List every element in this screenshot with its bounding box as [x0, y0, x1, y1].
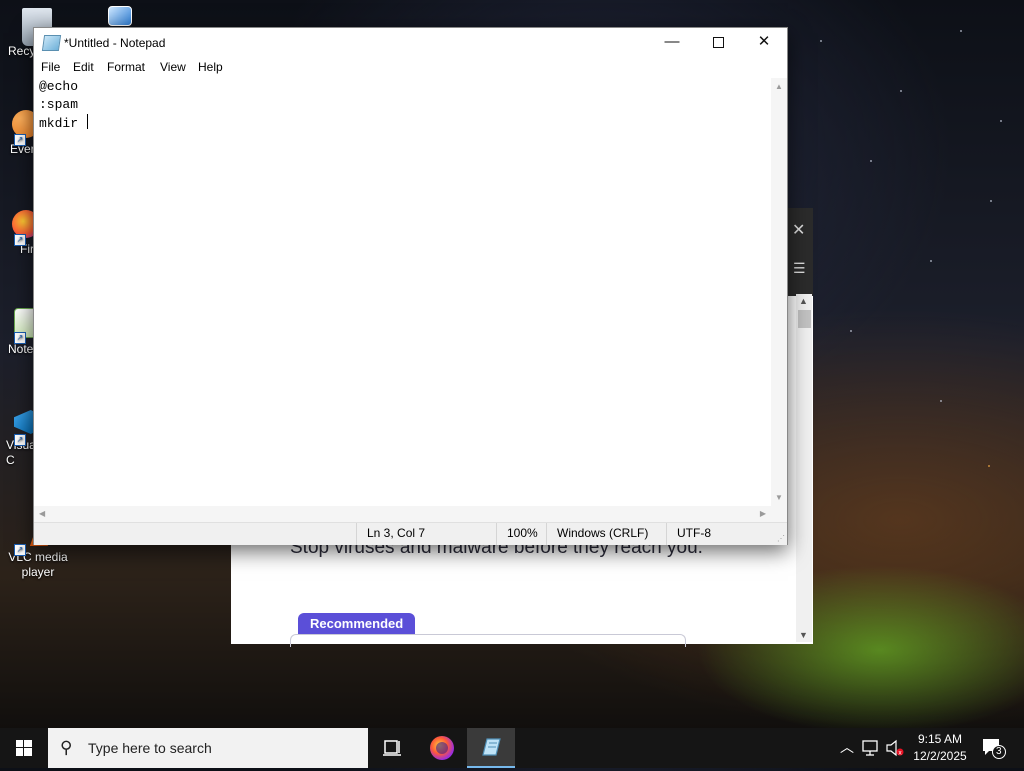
status-bar: Ln 3, Col 7 100% Windows (CRLF) UTF-8 ⋰: [34, 522, 787, 545]
editor-line: @echo: [39, 79, 79, 94]
scroll-up-arrow-icon[interactable]: ▲: [799, 296, 808, 306]
close-icon[interactable]: ✕: [792, 220, 805, 240]
minimize-icon: —: [664, 33, 680, 50]
close-button[interactable]: ✕: [741, 28, 787, 58]
task-view-icon: [383, 740, 401, 756]
status-zoom: 100%: [496, 523, 546, 545]
scroll-left-arrow-icon[interactable]: ◀: [39, 509, 45, 518]
editor-vertical-scrollbar[interactable]: ▲ ▼: [771, 78, 787, 506]
desktop-icon-label: VLC media player: [8, 550, 68, 579]
taskbar-clock[interactable]: 9:15 AM 12/2/2025: [904, 731, 976, 765]
menu-view[interactable]: View: [160, 60, 186, 74]
minimize-button[interactable]: —: [649, 28, 695, 58]
shortcut-arrow-icon: ↗: [14, 134, 26, 146]
chevron-up-icon: ︿: [840, 739, 854, 755]
taskbar-firefox[interactable]: [418, 728, 466, 768]
notepad-title-bar[interactable]: *Untitled - Notepad — ✕: [34, 28, 787, 58]
hamburger-menu-icon[interactable]: ☰: [793, 260, 806, 277]
scroll-down-arrow-icon[interactable]: ▼: [799, 630, 808, 640]
menu-file[interactable]: File: [41, 60, 60, 74]
editor-line: mkdir: [39, 114, 88, 131]
shortcut-arrow-icon: ↗: [14, 332, 26, 344]
scroll-thumb[interactable]: [798, 310, 811, 328]
browser-title-strip: ✕ ☰: [786, 208, 813, 296]
text-caret: [86, 114, 88, 129]
scrollbar-corner: [771, 506, 787, 522]
text-editor[interactable]: @echo :spam mkdir: [34, 78, 771, 506]
firefox-icon: [430, 736, 454, 760]
taskbar: ⚲ Type here to search ︿ x 9:15 AM 12/2/2…: [0, 728, 1024, 768]
close-icon: ✕: [757, 33, 771, 50]
windows-logo-icon: [16, 740, 32, 756]
maximize-icon: [712, 36, 724, 48]
search-icon: ⚲: [60, 738, 73, 757]
shortcut-arrow-icon: ↗: [14, 234, 26, 246]
scroll-down-arrow-icon[interactable]: ▼: [775, 493, 783, 502]
network-tray-button[interactable]: [860, 728, 882, 768]
action-center-button[interactable]: 3: [980, 736, 1008, 760]
clock-time: 9:15 AM: [917, 732, 963, 746]
shortcut-arrow-icon: ↗: [14, 434, 26, 446]
notepad-window[interactable]: *Untitled - Notepad — ✕ File Edit Format…: [33, 27, 788, 545]
notepad-app-icon: [41, 35, 62, 51]
resize-grip-icon[interactable]: ⋰: [777, 534, 785, 543]
editor-horizontal-scrollbar[interactable]: ◀ ▶: [34, 506, 771, 522]
scroll-up-arrow-icon[interactable]: ▲: [775, 82, 783, 91]
notification-count: 3: [996, 746, 1002, 757]
recommended-badge: Recommended: [298, 613, 416, 634]
maximize-button[interactable]: [695, 28, 741, 58]
volume-muted-icon: x: [886, 739, 904, 757]
menu-edit[interactable]: Edit: [73, 60, 94, 74]
search-placeholder: Type here to search: [88, 740, 212, 756]
notepad-icon: [482, 738, 501, 756]
task-view-button[interactable]: [368, 728, 416, 768]
status-encoding: UTF-8: [666, 523, 787, 545]
taskbar-notepad[interactable]: [467, 728, 515, 768]
show-hidden-icons-button[interactable]: ︿: [836, 728, 856, 768]
clock-date: 12/2/2025: [913, 749, 967, 763]
network-icon: [862, 740, 878, 756]
shortcut-arrow-icon: ↗: [14, 544, 26, 556]
start-button[interactable]: [0, 728, 48, 768]
window-title: *Untitled - Notepad: [64, 36, 166, 50]
volume-tray-button[interactable]: x: [884, 728, 906, 768]
svg-text:x: x: [898, 750, 902, 757]
browser-vertical-scrollbar[interactable]: ▲ ▼: [796, 294, 812, 642]
plan-card[interactable]: [290, 634, 686, 647]
status-line-ending: Windows (CRLF): [546, 523, 666, 545]
scroll-right-arrow-icon[interactable]: ▶: [760, 509, 766, 518]
menu-format[interactable]: Format: [107, 60, 145, 74]
monitor-icon: [108, 6, 132, 26]
notification-icon: [983, 739, 1006, 759]
taskbar-search-box[interactable]: ⚲ Type here to search: [48, 728, 368, 768]
menu-help[interactable]: Help: [198, 60, 223, 74]
menu-bar: File Edit Format View Help: [34, 58, 787, 78]
status-position: Ln 3, Col 7: [356, 523, 496, 545]
editor-line: :spam: [39, 97, 79, 112]
